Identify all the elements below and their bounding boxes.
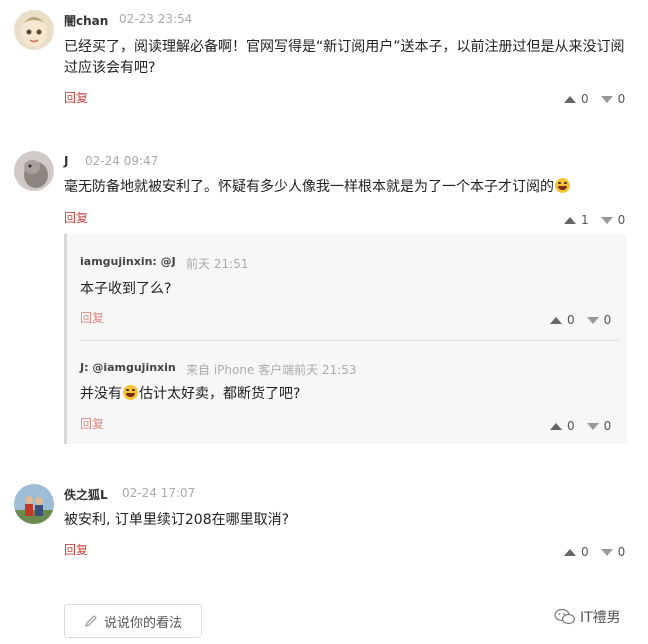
downvote-count: 0: [603, 419, 612, 433]
laughing-emoji-icon: [555, 178, 570, 193]
downvote-icon[interactable]: [600, 95, 613, 103]
wechat-icon: [554, 608, 576, 625]
upvote-count: 1: [581, 213, 589, 227]
upvote-count: 0: [567, 313, 575, 327]
sub-reply-text: 本子收到了么?: [80, 281, 172, 297]
sub-reply-text: 并没有 估计太好卖，都断货了吧?: [80, 385, 301, 402]
sub-reply-timestamp: 前天 21:51: [186, 257, 249, 271]
sub-reply-username[interactable]: J: @iamgujinxin: [80, 361, 176, 374]
reply-button[interactable]: 回复: [64, 89, 88, 106]
write-comment-label: 说说你的看法: [103, 615, 182, 631]
avatar[interactable]: [14, 151, 54, 191]
divider: [80, 340, 620, 341]
comment-text-line: 过应该会有吧?: [64, 60, 156, 76]
comment-timestamp: 02-24 09:47: [85, 154, 159, 168]
downvote-icon[interactable]: [600, 548, 613, 556]
reply-button[interactable]: 回复: [80, 415, 104, 432]
upvote-count: 0: [567, 419, 575, 433]
comment-timestamp: 02-24 17:07: [122, 486, 196, 500]
watermark-text: IT禮男: [580, 610, 621, 626]
upvote-icon[interactable]: [564, 95, 576, 103]
comment-username[interactable]: 佚之狐L: [64, 486, 108, 503]
sub-reply-timestamp: 来自 iPhone 客户端前天 21:53: [186, 363, 357, 377]
comment-timestamp: 02-23 23:54: [119, 12, 193, 26]
pencil-icon: [85, 615, 97, 627]
vote-controls: 0 0: [564, 545, 625, 559]
reply-button[interactable]: 回复: [64, 541, 88, 558]
comment-text: 毫无防备地就被安利了。怀疑有多少人像我一样根本就是为了一个本子才订阅的: [64, 176, 571, 199]
downvote-count: 0: [617, 92, 626, 106]
downvote-icon[interactable]: [586, 422, 599, 430]
downvote-icon[interactable]: [600, 216, 613, 224]
comment-username[interactable]: J: [64, 154, 68, 168]
upvote-icon[interactable]: [550, 422, 562, 430]
comment-username[interactable]: 闇chan: [64, 12, 108, 29]
reply-button[interactable]: 回复: [80, 309, 104, 326]
vote-controls: 0 0: [564, 92, 625, 106]
vote-controls: 0 0: [550, 313, 611, 327]
vote-controls: 1 0: [564, 213, 625, 227]
comment-text-line: 已经买了，阅读理解必备啊！官网写得是“新订阅用户”送本子，以前注册过但是从来没订…: [64, 39, 625, 55]
downvote-count: 0: [603, 313, 612, 327]
downvote-count: 0: [617, 545, 626, 559]
comment-text: 被安利, 订单里续订208在哪里取消?: [64, 512, 290, 528]
upvote-icon[interactable]: [564, 548, 576, 556]
avatar[interactable]: [14, 484, 54, 524]
downvote-count: 0: [617, 213, 626, 227]
write-comment-button[interactable]: 说说你的看法: [64, 604, 202, 638]
watermark: IT禮男: [554, 607, 621, 627]
laughing-emoji-icon: [123, 385, 138, 400]
upvote-count: 0: [581, 545, 589, 559]
downvote-icon[interactable]: [586, 316, 599, 324]
upvote-icon[interactable]: [550, 316, 562, 324]
avatar[interactable]: [14, 10, 54, 50]
reply-button[interactable]: 回复: [64, 209, 88, 226]
sub-reply-username[interactable]: iamgujinxin: @J: [80, 255, 176, 268]
vote-controls: 0 0: [550, 419, 611, 433]
upvote-icon[interactable]: [564, 216, 576, 224]
upvote-count: 0: [581, 92, 589, 106]
